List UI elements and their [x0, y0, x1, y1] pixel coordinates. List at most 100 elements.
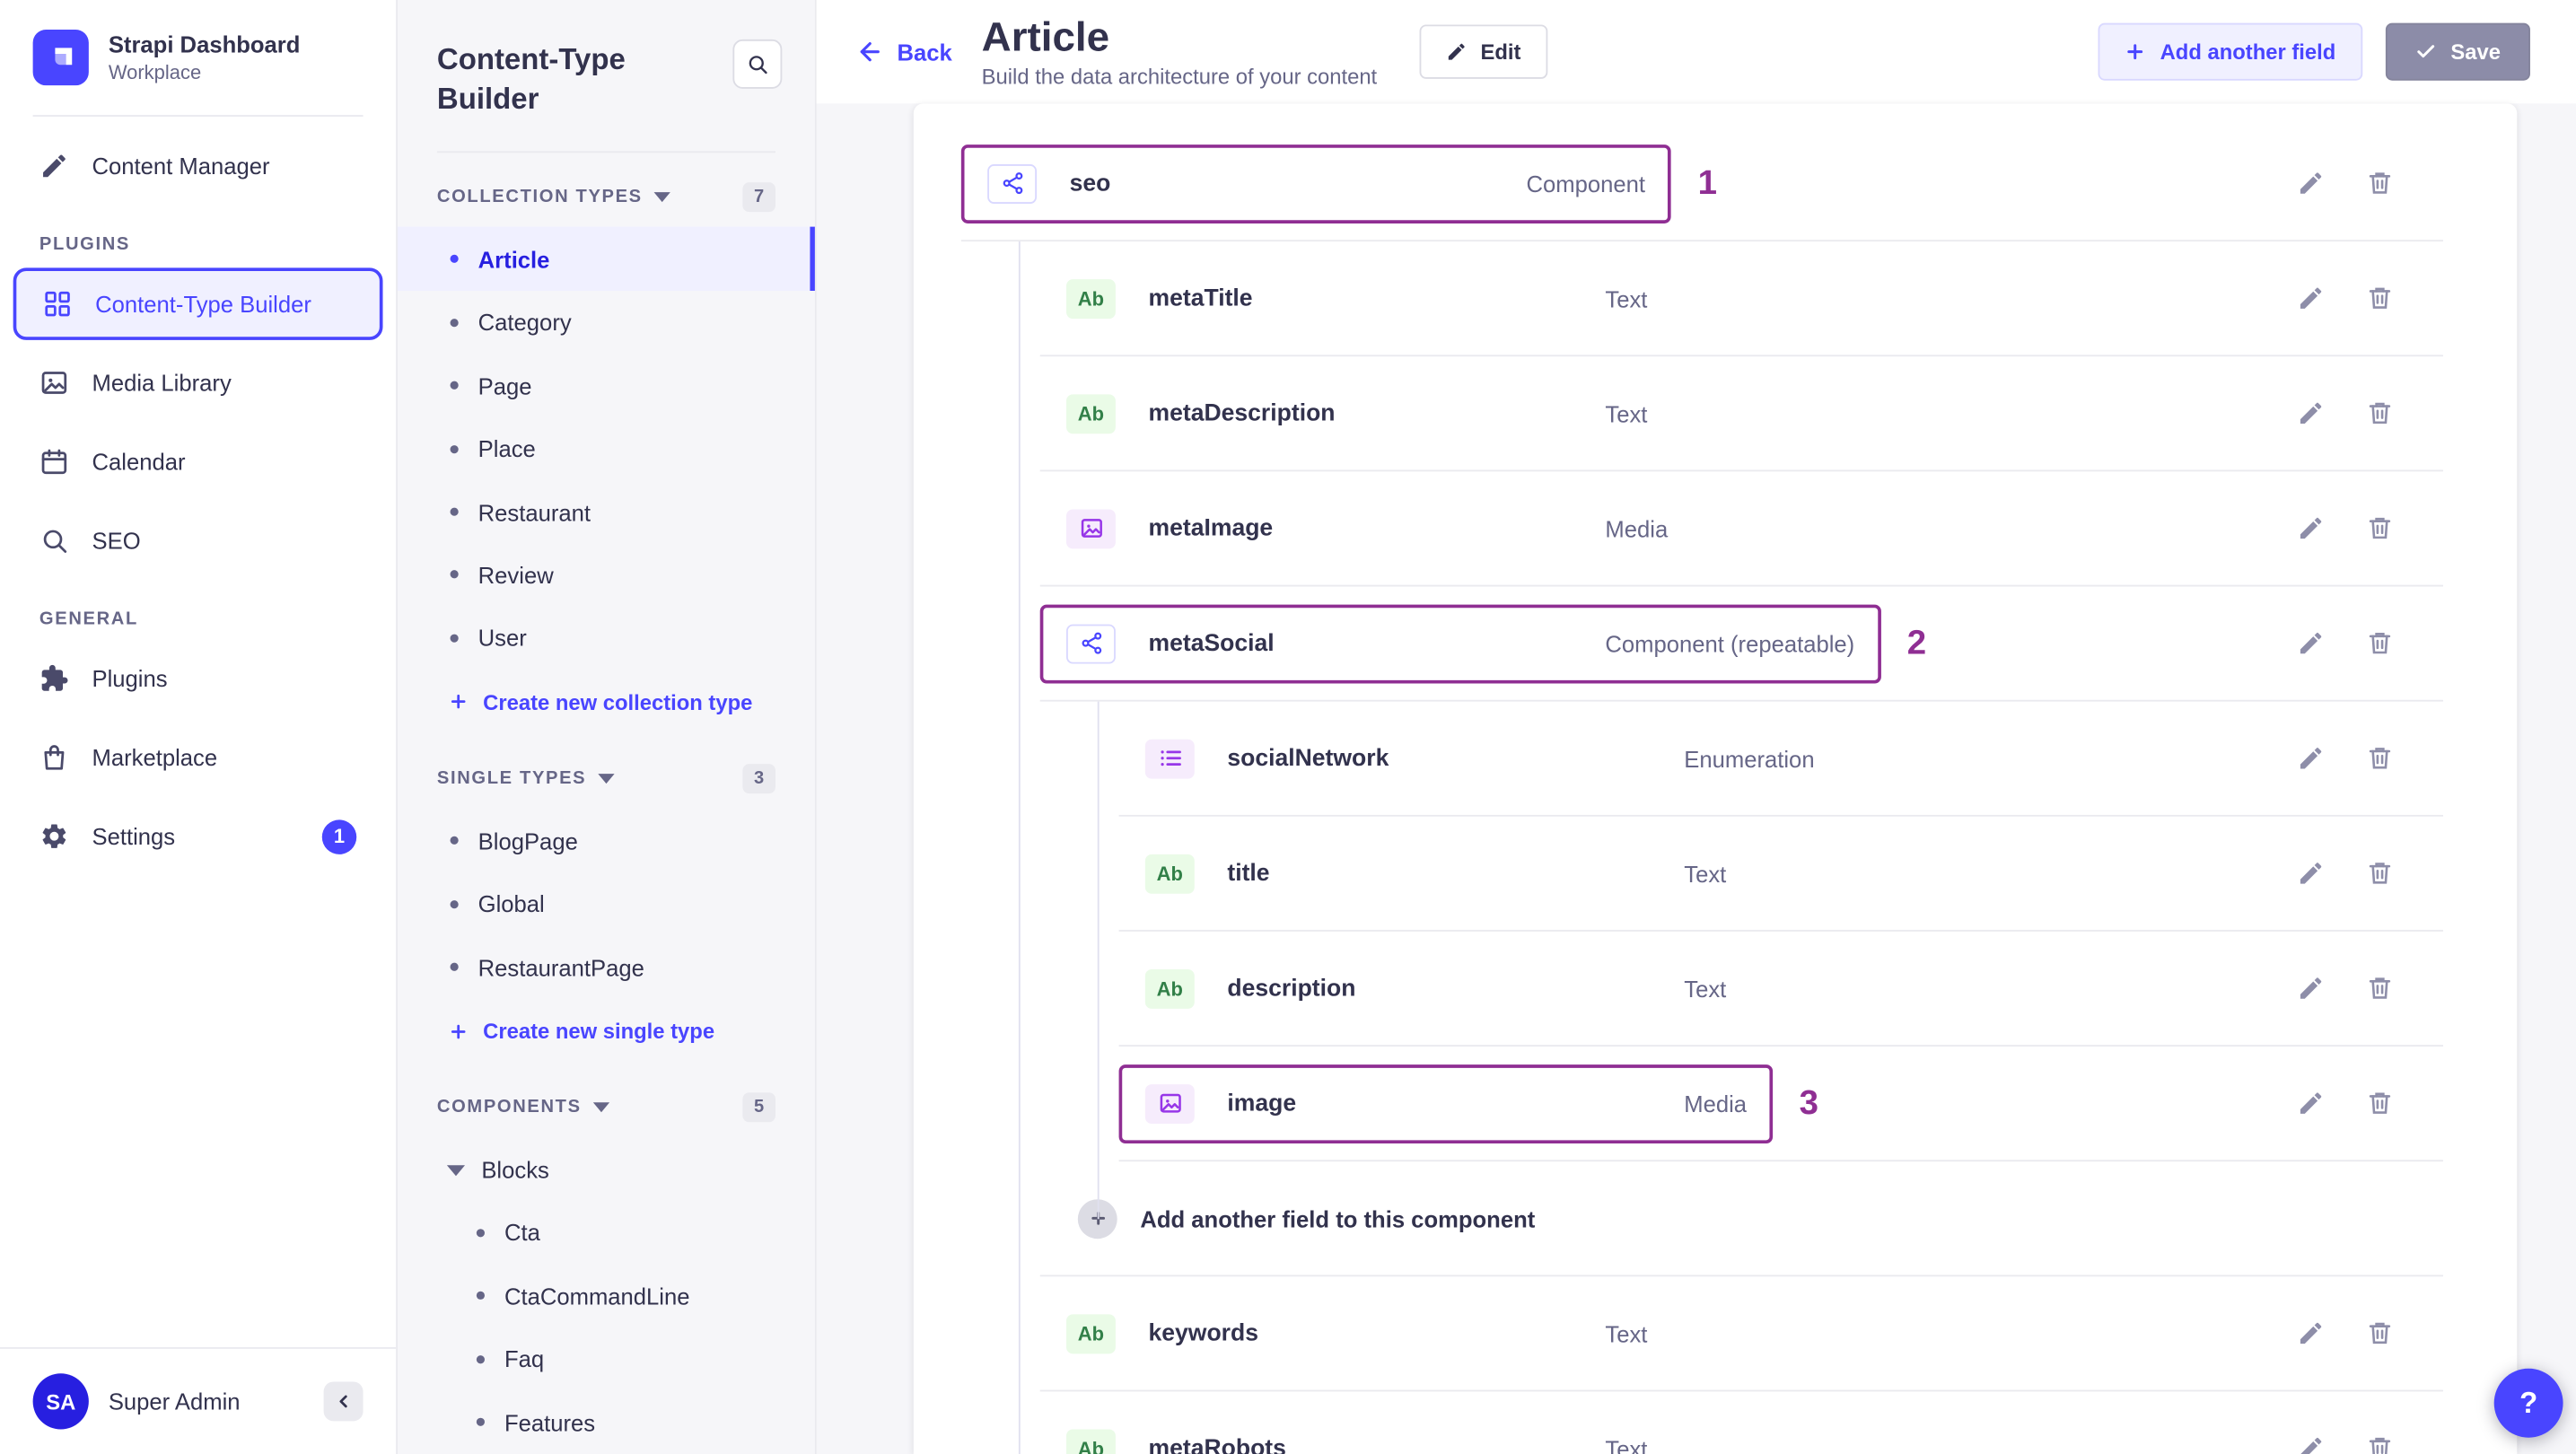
- calendar-icon: [39, 447, 69, 477]
- create-collection-type-link[interactable]: Create new collection type: [398, 670, 815, 734]
- subnav-item-label: Place: [478, 435, 536, 462]
- field-row-metatitle[interactable]: Ab metaTitle Text: [1040, 258, 1674, 337]
- subnav-item-restaurant[interactable]: Restaurant: [398, 480, 815, 543]
- save-button[interactable]: Save: [2385, 22, 2530, 81]
- component-category-blocks[interactable]: Blocks: [398, 1138, 815, 1201]
- delete-field-button[interactable]: [2366, 1319, 2394, 1347]
- field-row-keywords[interactable]: Ab keywords Text: [1040, 1294, 1674, 1373]
- field-row-title[interactable]: Ab title Text: [1119, 834, 1753, 913]
- page-header: Back Article Build the data architecture…: [816, 0, 2576, 104]
- sidebar-footer: SA Super Admin: [0, 1347, 397, 1454]
- trash-icon: [2369, 1092, 2391, 1114]
- save-button-label: Save: [2450, 39, 2502, 65]
- edit-field-button[interactable]: [2297, 974, 2325, 1002]
- add-another-field-button[interactable]: Add another field: [2098, 22, 2362, 81]
- delete-field-button[interactable]: [2366, 629, 2394, 657]
- subnav-item-category[interactable]: Category: [398, 291, 815, 354]
- edit-field-button[interactable]: [2297, 744, 2325, 772]
- sidebar-item-label: Settings: [92, 823, 176, 850]
- field-row-metadescription[interactable]: Ab metaDescription Text: [1040, 373, 1674, 452]
- delete-field-button[interactable]: [2366, 1434, 2394, 1454]
- subnav-item-cta[interactable]: Cta: [398, 1202, 815, 1265]
- delete-field-button[interactable]: [2366, 399, 2394, 427]
- sidebar-item-media-library[interactable]: Media Library: [0, 344, 396, 423]
- fields-table-wrapper: seo Component 1 Ab metaTitle Text Ab met…: [817, 103, 2576, 1454]
- search-button[interactable]: [732, 39, 783, 89]
- field-row-image[interactable]: image Media: [1118, 1064, 1774, 1143]
- group-header-collection-types[interactable]: COLLECTION TYPES 7: [398, 153, 815, 227]
- field-row-description[interactable]: Ab description Text: [1119, 949, 1753, 1028]
- subnav-item-global[interactable]: Global: [398, 872, 815, 935]
- delete-field-button[interactable]: [2366, 514, 2394, 542]
- bullet-icon: [476, 1354, 485, 1364]
- pencil-icon: [2300, 1437, 2322, 1454]
- delete-field-button[interactable]: [2366, 974, 2394, 1002]
- subnav-item-user[interactable]: User: [398, 607, 815, 670]
- sidebar-item-content-manager[interactable]: Content Manager: [0, 127, 396, 206]
- pencil-icon: [2300, 517, 2322, 539]
- sidebar-item-calendar[interactable]: Calendar: [0, 422, 396, 501]
- sidebar-item-settings[interactable]: Settings 1: [0, 797, 396, 876]
- edit-field-button[interactable]: [2297, 285, 2325, 312]
- fields-table-card: seo Component 1 Ab metaTitle Text Ab met…: [913, 103, 2518, 1454]
- sidebar-item-plugins[interactable]: Plugins: [0, 639, 396, 718]
- trash-icon: [2369, 287, 2391, 309]
- group-header-components[interactable]: COMPONENTS 5: [398, 1064, 815, 1138]
- chevron-down-icon: [592, 1099, 609, 1116]
- field-row-metaimage[interactable]: metaImage Media: [1040, 489, 1695, 568]
- field-row-metasocial[interactable]: metaSocial Component (repeatable): [1039, 603, 1881, 683]
- subnav-item-article[interactable]: Article: [397, 227, 815, 291]
- subnav-item-ctacommandline[interactable]: CtaCommandLine: [398, 1265, 815, 1327]
- delete-field-button[interactable]: [2366, 744, 2394, 772]
- subnav-item-review[interactable]: Review: [398, 543, 815, 606]
- collapse-sidebar-button[interactable]: [323, 1381, 364, 1422]
- edit-field-button[interactable]: [2297, 1434, 2325, 1454]
- subnav-item-label: RestaurantPage: [478, 953, 644, 981]
- group-count-badge: 3: [742, 763, 775, 793]
- subnav-item-restaurantpage[interactable]: RestaurantPage: [398, 935, 815, 998]
- delete-field-button[interactable]: [2366, 170, 2394, 197]
- row-actions: [2297, 170, 2443, 197]
- edit-button[interactable]: Edit: [1419, 24, 1547, 79]
- table-row-metarobots: Ab metaRobots Text: [1040, 1391, 2443, 1454]
- sidebar-item-content-type-builder[interactable]: Content-Type Builder: [13, 267, 383, 340]
- bullet-icon: [450, 444, 459, 453]
- table-row-title: Ab title Text: [1118, 817, 2443, 932]
- brand-title: Strapi Dashboard: [108, 31, 301, 58]
- delete-field-button[interactable]: [2366, 1090, 2394, 1117]
- sidebar-item-seo[interactable]: SEO: [0, 501, 396, 580]
- pencil-icon: [1446, 41, 1468, 63]
- subnav-item-blogpage[interactable]: BlogPage: [398, 810, 815, 872]
- sidebar-item-marketplace[interactable]: Marketplace: [0, 718, 396, 797]
- component-icon: [987, 163, 1038, 204]
- subnav-item-page[interactable]: Page: [398, 354, 815, 416]
- edit-field-button[interactable]: [2297, 859, 2325, 887]
- annotation-number: 3: [1799, 1083, 1819, 1122]
- field-name: metaRobots: [1148, 1434, 1286, 1454]
- field-row-socialnetwork[interactable]: socialNetwork Enumeration: [1119, 719, 1841, 798]
- subnav-item-faq[interactable]: Faq: [398, 1327, 815, 1390]
- sidebar-nav: Content Manager PLUGINS Content-Type Bui…: [0, 117, 396, 876]
- add-field-to-component-row[interactable]: Add another field to this component: [1039, 1161, 2443, 1277]
- field-row-seo[interactable]: seo Component: [960, 144, 1672, 223]
- text-field-icon: Ab: [1065, 278, 1116, 319]
- row-actions: [2297, 974, 2443, 1002]
- group-header-single-types[interactable]: SINGLE TYPES 3: [398, 734, 815, 809]
- subnav-item-features[interactable]: Features: [398, 1391, 815, 1454]
- edit-field-button[interactable]: [2297, 514, 2325, 542]
- edit-field-button[interactable]: [2297, 399, 2325, 427]
- subnav-item-label: Global: [478, 890, 545, 917]
- subnav-item-place[interactable]: Place: [398, 417, 815, 480]
- bullet-icon: [450, 507, 459, 516]
- edit-field-button[interactable]: [2297, 1090, 2325, 1117]
- field-row-metarobots[interactable]: Ab metaRobots Text: [1040, 1409, 1674, 1454]
- back-link[interactable]: Back: [856, 38, 952, 66]
- edit-field-button[interactable]: [2297, 1319, 2325, 1347]
- create-single-type-link[interactable]: Create new single type: [398, 999, 815, 1064]
- delete-field-button[interactable]: [2366, 859, 2394, 887]
- delete-field-button[interactable]: [2366, 285, 2394, 312]
- help-button[interactable]: ?: [2493, 1368, 2563, 1438]
- edit-field-button[interactable]: [2297, 170, 2325, 197]
- edit-field-button[interactable]: [2297, 629, 2325, 657]
- text-field-icon: Ab: [1065, 1428, 1116, 1454]
